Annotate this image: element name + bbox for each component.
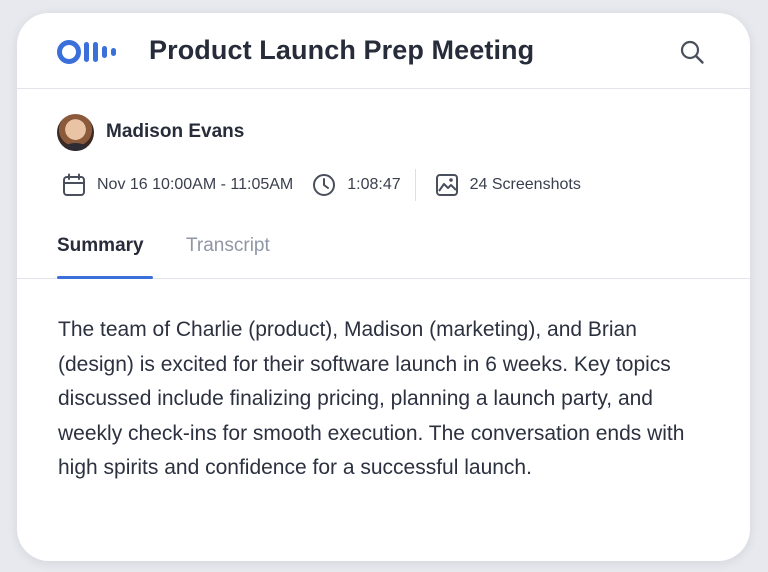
owner-name: Madison Evans bbox=[106, 121, 245, 142]
meeting-screenshots[interactable]: 24 Screenshots bbox=[434, 172, 581, 198]
page-title: Product Launch Prep Meeting bbox=[149, 35, 535, 65]
clock-icon bbox=[313, 174, 336, 196]
tab-bar: Summary Transcript bbox=[17, 221, 750, 279]
summary-text: The team of Charlie (product), Madison (… bbox=[58, 318, 685, 479]
datetime-text: Nov 16 10:00AM - 11:05AM bbox=[97, 176, 294, 193]
image-icon bbox=[435, 174, 458, 196]
meeting-meta: Nov 16 10:00AM - 11:05AM 1:08:47 24 Scre… bbox=[61, 169, 581, 201]
avatar bbox=[57, 113, 94, 151]
active-tab-indicator bbox=[57, 276, 153, 279]
divider bbox=[414, 169, 416, 201]
meeting-datetime: Nov 16 10:00AM - 11:05AM bbox=[61, 172, 293, 198]
tab-summary[interactable]: Summary bbox=[57, 235, 144, 257]
calendar-icon bbox=[63, 173, 85, 196]
meeting-duration: 1:08:47 bbox=[311, 172, 401, 198]
tab-transcript[interactable]: Transcript bbox=[186, 235, 270, 257]
search-button[interactable] bbox=[676, 36, 708, 68]
duration-text: 1:08:47 bbox=[347, 176, 401, 193]
search-icon bbox=[680, 40, 704, 64]
meeting-card: Product Launch Prep Meeting Madison Evan… bbox=[17, 13, 750, 561]
meeting-owner: Madison Evans bbox=[57, 113, 244, 151]
otter-logo-icon bbox=[57, 40, 116, 64]
card-header: Product Launch Prep Meeting bbox=[17, 13, 750, 89]
screenshots-text: 24 Screenshots bbox=[469, 176, 581, 193]
